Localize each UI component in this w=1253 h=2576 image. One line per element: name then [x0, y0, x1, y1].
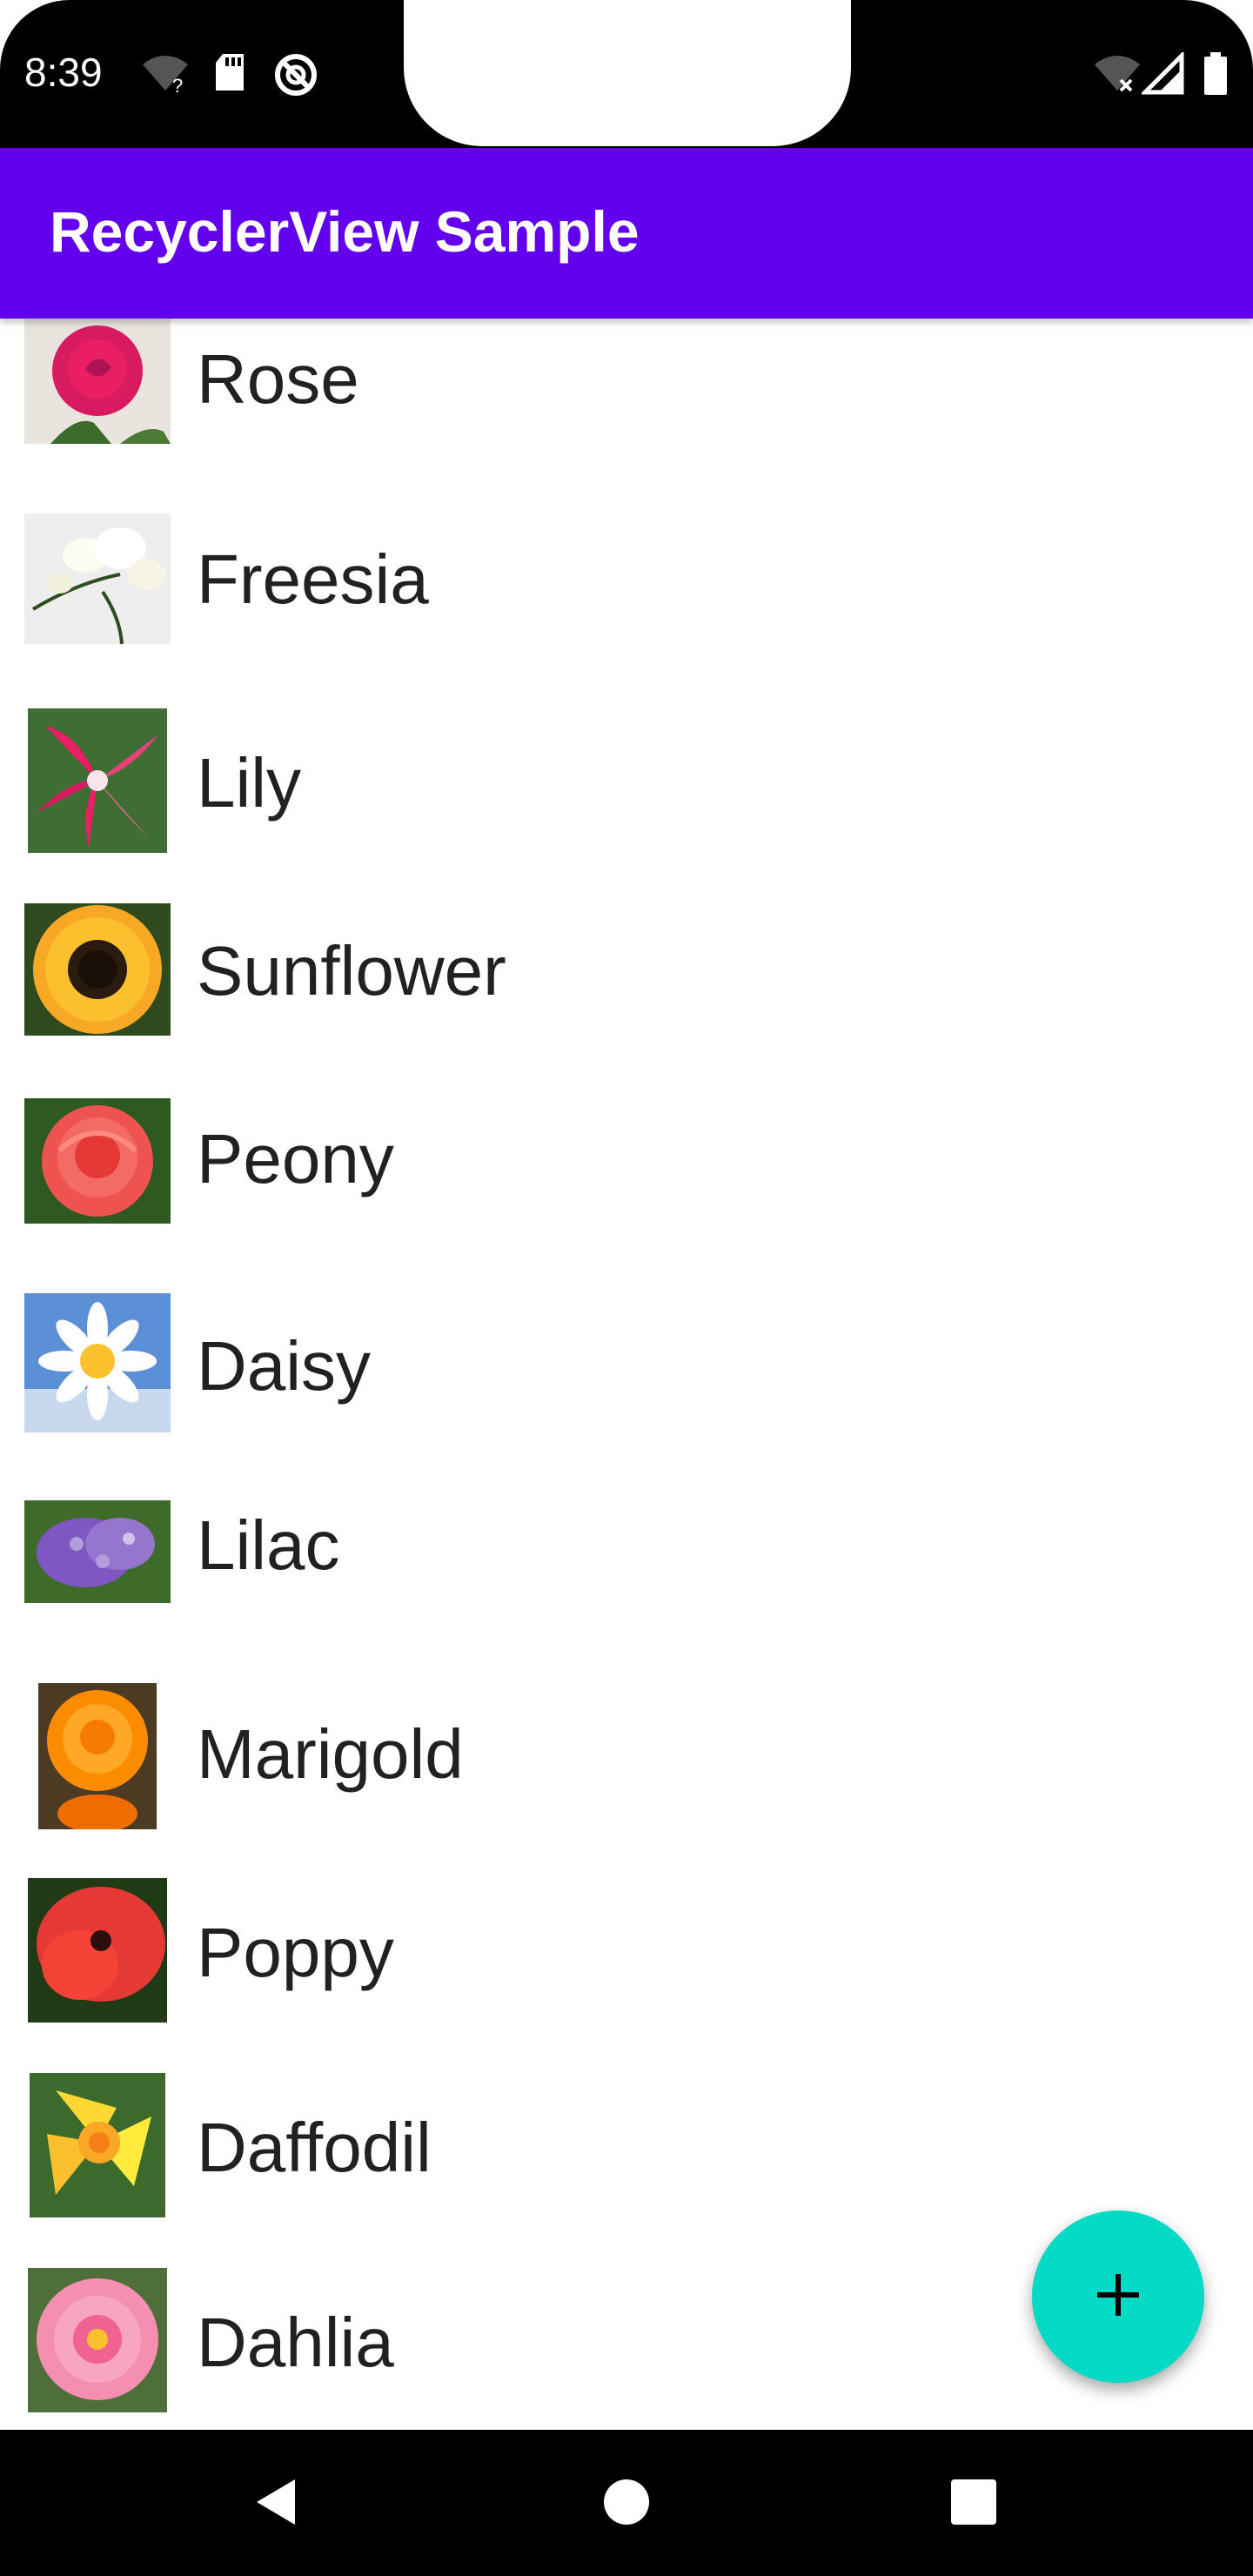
list-item[interactable]: Marigold	[0, 1683, 1253, 1878]
svg-text:?: ?	[172, 75, 183, 96]
flower-name: Peony	[197, 1120, 394, 1197]
list-item[interactable]: Lilac	[0, 1488, 1253, 1683]
flower-name: Rose	[197, 340, 359, 418]
flower-name: Freesia	[197, 540, 429, 618]
navigation-bar	[0, 2430, 1253, 2576]
daisy-image	[24, 1293, 171, 1432]
add-flower-button[interactable]	[1032, 2210, 1204, 2383]
lily-image	[28, 708, 167, 853]
flower-name: Poppy	[197, 1914, 394, 1991]
back-icon	[250, 2476, 302, 2532]
list-item[interactable]: Peony	[0, 1098, 1253, 1293]
home-icon	[602, 2478, 651, 2531]
flower-name: Marigold	[197, 1715, 464, 1793]
dahlia-image	[28, 2268, 167, 2412]
flower-name: Daffodil	[197, 2109, 432, 2186]
recents-button[interactable]	[935, 2465, 1013, 2543]
flower-list[interactable]: Rose Freesia Lily Sunflower Peony Daisy …	[0, 319, 1253, 2430]
home-button[interactable]	[587, 2465, 666, 2543]
list-item[interactable]: Sunflower	[0, 903, 1253, 1098]
back-button[interactable]	[237, 2465, 315, 2543]
sd-card-icon	[212, 52, 247, 96]
cell-signal-icon	[1139, 50, 1185, 96]
peony-image	[24, 1098, 171, 1224]
freesia-image	[24, 513, 171, 644]
flower-name: Lilac	[197, 1506, 340, 1584]
list-item[interactable]: Poppy	[0, 1878, 1253, 2073]
list-item[interactable]: Freesia	[0, 513, 1253, 708]
plus-icon	[1094, 2271, 1142, 2324]
wifi-off-icon	[1091, 52, 1143, 96]
do-not-disturb-icon	[273, 52, 318, 96]
lilac-image	[24, 1500, 171, 1603]
flower-name: Lily	[197, 744, 302, 822]
daffodil-image	[30, 2073, 165, 2217]
flower-name: Sunflower	[197, 932, 506, 1010]
list-item[interactable]: Rose	[0, 319, 1253, 513]
status-bar: 8:39 ?	[0, 0, 1253, 148]
app-title: RecyclerView Sample	[50, 199, 640, 264]
list-item[interactable]: Lily	[0, 708, 1253, 903]
flower-name: Daisy	[197, 1327, 372, 1405]
marigold-image	[38, 1683, 157, 1829]
list-item[interactable]: Daisy	[0, 1293, 1253, 1488]
battery-icon	[1203, 52, 1229, 96]
poppy-image	[28, 1878, 167, 2023]
sunflower-image	[24, 903, 171, 1036]
recents-icon	[949, 2478, 998, 2531]
display-notch	[404, 0, 851, 146]
rose-image	[24, 319, 171, 444]
app-bar: RecyclerView Sample	[0, 148, 1253, 319]
status-time: 8:39	[24, 50, 103, 95]
wifi-question-icon: ?	[139, 52, 191, 97]
flower-name: Dahlia	[197, 2304, 394, 2381]
